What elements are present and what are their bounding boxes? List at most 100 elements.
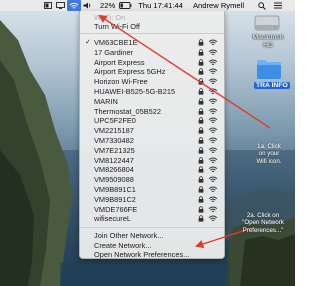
network-item[interactable]: VM8266804 xyxy=(80,165,224,174)
network-item[interactable]: VM9B891C2 xyxy=(80,195,224,204)
network-name: 17 Gardiner xyxy=(94,47,134,57)
open-network-preferences-item[interactable]: Open Network Preferences... xyxy=(80,250,224,259)
display-icon[interactable] xyxy=(54,0,67,11)
network-item[interactable]: Airport Express xyxy=(80,58,224,67)
notification-center-icon[interactable] xyxy=(272,0,284,11)
checkmark-icon: ✓ xyxy=(85,39,91,46)
network-item[interactable]: VM7330482 xyxy=(80,136,224,145)
annotation-step-2: 2a. Click on "Open Network Preferences..… xyxy=(232,212,294,234)
macintosh-hd-drive[interactable]: Macintosh HD xyxy=(250,12,284,58)
speaker-icon[interactable] xyxy=(81,0,94,11)
menubar-user[interactable]: Andrew Rymell xyxy=(191,0,246,11)
wifi-signal-icon xyxy=(208,59,218,66)
network-name: VM8122447 xyxy=(94,155,134,165)
lock-icon xyxy=(198,58,204,66)
spotlight-search-icon[interactable] xyxy=(256,0,268,11)
lock-icon xyxy=(198,78,204,85)
network-item[interactable]: MARIN xyxy=(80,97,224,106)
network-item[interactable]: Thermostat_05B522 xyxy=(80,107,224,116)
lock-icon xyxy=(198,107,204,115)
wifi-signal-icon xyxy=(208,127,218,134)
wifi-icon[interactable] xyxy=(67,0,81,11)
wifi-signal-icon xyxy=(208,206,218,213)
network-item[interactable]: VM9B891C1 xyxy=(80,185,224,194)
network-item[interactable]: wifisecureL xyxy=(80,214,224,223)
network-name: VM2215187 xyxy=(94,126,134,136)
annotation-step-2-line2: "Open Network xyxy=(242,219,284,227)
wifi-signal-icon xyxy=(208,49,218,56)
drive-label-line1: Macintosh xyxy=(252,34,284,41)
network-name: VM8266804 xyxy=(94,165,134,175)
network-name: Horizon Wi-Free xyxy=(94,77,148,87)
network-item[interactable]: VM2215187 xyxy=(80,126,224,135)
annotation-step-1-line3: Wifi icon. xyxy=(256,157,282,165)
lock-icon xyxy=(198,127,204,134)
lock-icon xyxy=(198,97,204,105)
network-name: Airport Express 5GHz xyxy=(94,67,166,77)
network-item[interactable]: UPC5F2FE0 xyxy=(80,116,224,125)
network-item[interactable]: VMDE766FE xyxy=(80,205,224,214)
wifi-signal-icon xyxy=(208,117,218,124)
lock-icon xyxy=(198,166,204,173)
wifi-signal-icon xyxy=(208,147,218,154)
wifi-signal-icon xyxy=(208,98,218,105)
wifi-signal-icon xyxy=(208,137,218,144)
network-name: VMDE766FE xyxy=(94,204,138,214)
folder-label: TRA INFO xyxy=(254,82,290,89)
lock-icon xyxy=(198,156,204,164)
network-item[interactable]: Horizon Wi-Free xyxy=(80,77,224,86)
annotation-step-2-line3: Preferences..." xyxy=(242,226,284,234)
battery-percent[interactable]: 22% xyxy=(98,0,117,11)
lock-icon xyxy=(198,195,204,203)
network-name: Thermostat_05B522 xyxy=(94,106,161,116)
network-item[interactable]: VM7E21325 xyxy=(80,146,224,155)
create-network-item[interactable]: Create Network... xyxy=(80,241,224,250)
lock-icon xyxy=(198,88,204,95)
turn-wifi-off-item[interactable]: Turn Wi-Fi Off xyxy=(80,22,224,31)
network-name: MARIN xyxy=(94,96,118,106)
network-name: VM9B891C1 xyxy=(94,185,136,194)
menu-separator xyxy=(80,227,224,228)
wifi-signal-icon xyxy=(208,157,218,164)
control-strip-icon[interactable] xyxy=(42,0,54,11)
wifi-signal-icon xyxy=(208,176,218,183)
network-name: HUAWEI-B525-5G-B215 xyxy=(94,87,176,96)
network-name: VM7330482 xyxy=(94,136,134,145)
menu-bar: 22% Thu 17:41:44 Andrew Rymell xyxy=(0,0,295,11)
wifi-signal-icon xyxy=(208,196,218,203)
lock-icon xyxy=(198,205,204,213)
network-item[interactable]: ✓ VM63CBE1E xyxy=(80,38,224,47)
network-item[interactable]: Airport Express 5GHz xyxy=(80,67,224,76)
network-name: wifisecureL xyxy=(94,214,131,224)
network-item[interactable]: HUAWEI-B525-5G-B215 xyxy=(80,87,224,96)
join-other-network-item[interactable]: Join Other Network... xyxy=(80,231,224,240)
annotation-step-1-line2: on your xyxy=(258,150,280,158)
network-item[interactable]: 17 Gardiner xyxy=(80,48,224,57)
drive-label-line2: HD xyxy=(263,42,273,49)
network-item[interactable]: VM8122447 xyxy=(80,156,224,165)
network-item[interactable]: VM9509088 xyxy=(80,175,224,184)
menubar-clock[interactable]: Thu 17:41:44 xyxy=(136,0,185,11)
lock-icon xyxy=(198,186,204,193)
lock-icon xyxy=(198,146,204,154)
battery-icon[interactable] xyxy=(117,0,134,11)
wifi-signal-icon xyxy=(208,215,218,222)
lock-icon xyxy=(198,117,204,124)
wifi-signal-icon xyxy=(208,68,218,75)
lock-icon xyxy=(198,137,204,144)
folder-icon xyxy=(257,60,281,79)
lock-icon xyxy=(198,39,204,46)
wifi-signal-icon xyxy=(208,186,218,193)
network-name: VM9B891C2 xyxy=(94,194,136,204)
lock-icon xyxy=(198,68,204,75)
wifi-signal-icon xyxy=(208,88,218,95)
tra-info-folder[interactable]: TRA INFO xyxy=(252,58,290,94)
wifi-signal-icon xyxy=(208,166,218,173)
network-name: UPC5F2FE0 xyxy=(94,116,136,126)
wifi-dropdown-menu: Wi-Fi: On Turn Wi-Fi Off ✓ VM63CBE1E 17 Ga… xyxy=(79,11,225,259)
wifi-signal-icon xyxy=(208,39,218,46)
lock-icon xyxy=(198,215,204,222)
hard-drive-icon xyxy=(254,15,280,31)
lock-icon xyxy=(198,176,204,183)
wifi-signal-icon xyxy=(208,108,218,115)
